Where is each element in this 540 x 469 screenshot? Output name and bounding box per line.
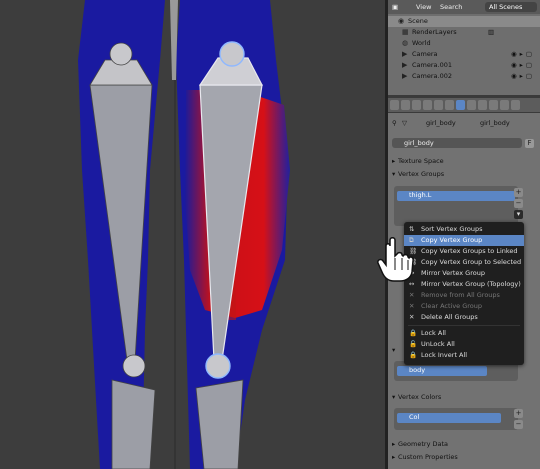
x-icon: ✕ bbox=[409, 291, 415, 299]
visibility-icons[interactable]: ◉▸▢ bbox=[511, 60, 535, 71]
menu-item-copy-selected[interactable]: ⛓Copy Vertex Group to Selected bbox=[404, 257, 524, 268]
sort-icon: ⇅ bbox=[409, 225, 415, 233]
section-vertex-groups[interactable]: ▾ Vertex Groups bbox=[392, 170, 444, 178]
tab-scene-icon[interactable] bbox=[412, 100, 421, 110]
add-color-button[interactable]: + bbox=[514, 409, 523, 418]
outliner: ▣ View Search All Scenes ◉ Scene ▦ Rende… bbox=[388, 0, 540, 95]
tab-layers-icon[interactable] bbox=[401, 100, 410, 110]
menu-item-clear-active[interactable]: ✕ Clear Active Group bbox=[404, 301, 524, 312]
outliner-row[interactable]: ▶ Camera ◉▸▢ bbox=[388, 49, 540, 60]
hand-pointer-icon bbox=[377, 237, 414, 282]
tab-constraints-icon[interactable] bbox=[445, 100, 454, 110]
shape-key-item[interactable]: body bbox=[397, 366, 487, 376]
tab-modifiers-icon[interactable] bbox=[467, 100, 476, 110]
lock-icon: 🔒 bbox=[409, 351, 418, 359]
menu-item-copy-linked[interactable]: ⛓ Copy Vertex Groups to Linked bbox=[404, 246, 524, 257]
menu-search[interactable]: Search bbox=[440, 3, 462, 11]
camera-icon: ▶ bbox=[402, 72, 408, 80]
display-mode-select[interactable]: All Scenes bbox=[485, 2, 537, 12]
menu-item-lock-invert[interactable]: 🔒 Lock Invert All bbox=[404, 350, 524, 361]
outliner-row[interactable]: ◍ World bbox=[388, 38, 540, 49]
tab-texture-icon[interactable] bbox=[489, 100, 498, 110]
camera-icon: ▶ bbox=[402, 61, 408, 69]
menu-item-copy[interactable]: ⧉ Copy Vertex Group bbox=[404, 235, 524, 246]
menu-item-mirror[interactable]: ↔Mirror Vertex Group bbox=[404, 268, 524, 279]
section-vertex-colors[interactable]: ▾ Vertex Colors bbox=[392, 393, 441, 401]
tab-material-icon[interactable] bbox=[478, 100, 487, 110]
renderlayers-icon: ▦ bbox=[402, 28, 409, 36]
menu-separator bbox=[408, 325, 520, 326]
viewport-scene bbox=[78, 0, 290, 469]
specials-menu-button[interactable]: ▾ bbox=[514, 210, 523, 219]
menu-item-delete-all[interactable]: ✕ Delete All Groups bbox=[404, 312, 524, 323]
mesh-name-field[interactable]: girl_body bbox=[392, 138, 522, 148]
unlock-icon: 🔓 bbox=[409, 340, 418, 348]
menu-item-lock-all[interactable]: 🔒 Lock All bbox=[404, 328, 524, 339]
outliner-row[interactable]: ◉ Scene bbox=[388, 16, 540, 27]
fake-user-button[interactable]: F bbox=[525, 139, 534, 148]
pin-icon[interactable]: ⚲ bbox=[392, 119, 397, 127]
section-texture-space[interactable]: ▸ Texture Space bbox=[392, 157, 444, 165]
menu-item-remove-all[interactable]: ✕ Remove from All Groups bbox=[404, 290, 524, 301]
menu-item-unlock-all[interactable]: 🔓 UnLock All bbox=[404, 339, 524, 350]
x-icon: ✕ bbox=[409, 302, 415, 310]
vertex-group-list[interactable]: thigh.L bbox=[394, 186, 518, 226]
tab-render-icon[interactable] bbox=[390, 100, 399, 110]
outliner-header: ▣ View Search All Scenes bbox=[388, 0, 540, 14]
camera-icon: ▥ bbox=[488, 28, 498, 36]
menu-item-sort[interactable]: ⇅ Sort Vertex Groups bbox=[404, 224, 524, 235]
section-geometry-data[interactable]: ▸ Geometry Data bbox=[392, 440, 448, 448]
properties-tabs bbox=[388, 98, 540, 112]
vertex-color-list[interactable]: Col bbox=[394, 408, 518, 430]
vertex-group-item[interactable]: thigh.L bbox=[397, 191, 515, 201]
remove-color-button[interactable]: − bbox=[514, 420, 523, 429]
visibility-icons[interactable]: ◉▸▢ bbox=[511, 49, 535, 60]
object-icon: ▽ bbox=[402, 119, 407, 127]
vertex-group-specials-menu: ⇅ Sort Vertex Groups ⧉ Copy Vertex Group ⛓… bbox=[404, 222, 524, 365]
outliner-row[interactable]: ▶ Camera.002 ◉▸▢ bbox=[388, 71, 540, 82]
camera-icon: ▶ bbox=[402, 50, 408, 58]
world-icon: ◍ bbox=[402, 39, 409, 47]
tab-particles-icon[interactable] bbox=[500, 100, 509, 110]
vertex-color-item[interactable]: Col bbox=[397, 413, 501, 423]
x-icon: ✕ bbox=[409, 313, 415, 321]
outliner-row[interactable]: ▦ RenderLayers ▥ bbox=[388, 27, 540, 38]
menu-view[interactable]: View bbox=[416, 3, 431, 11]
add-group-button[interactable]: + bbox=[514, 188, 523, 197]
tab-object-icon[interactable] bbox=[434, 100, 443, 110]
visibility-icons[interactable]: ◉▸▢ bbox=[511, 71, 535, 82]
tab-data-icon[interactable] bbox=[456, 100, 465, 110]
breadcrumb-object: girl_body bbox=[426, 119, 456, 127]
3d-viewport[interactable] bbox=[0, 0, 385, 469]
breadcrumb-mesh: girl_body bbox=[480, 119, 510, 127]
tab-physics-icon[interactable] bbox=[511, 100, 520, 110]
menu-item-mirror-topology[interactable]: ↔ Mirror Vertex Group (Topology) bbox=[404, 279, 524, 290]
section-custom-properties[interactable]: ▸ Custom Properties bbox=[392, 453, 458, 461]
tab-world-icon[interactable] bbox=[423, 100, 432, 110]
section-shape-keys[interactable]: ▾ bbox=[392, 346, 398, 354]
lock-icon: 🔒 bbox=[409, 329, 418, 337]
remove-group-button[interactable]: − bbox=[514, 199, 523, 208]
editor-type-icon[interactable]: ▣ bbox=[392, 3, 398, 11]
outliner-row[interactable]: ▶ Camera.001 ◉▸▢ bbox=[388, 60, 540, 71]
scene-icon: ◉ bbox=[398, 17, 405, 25]
